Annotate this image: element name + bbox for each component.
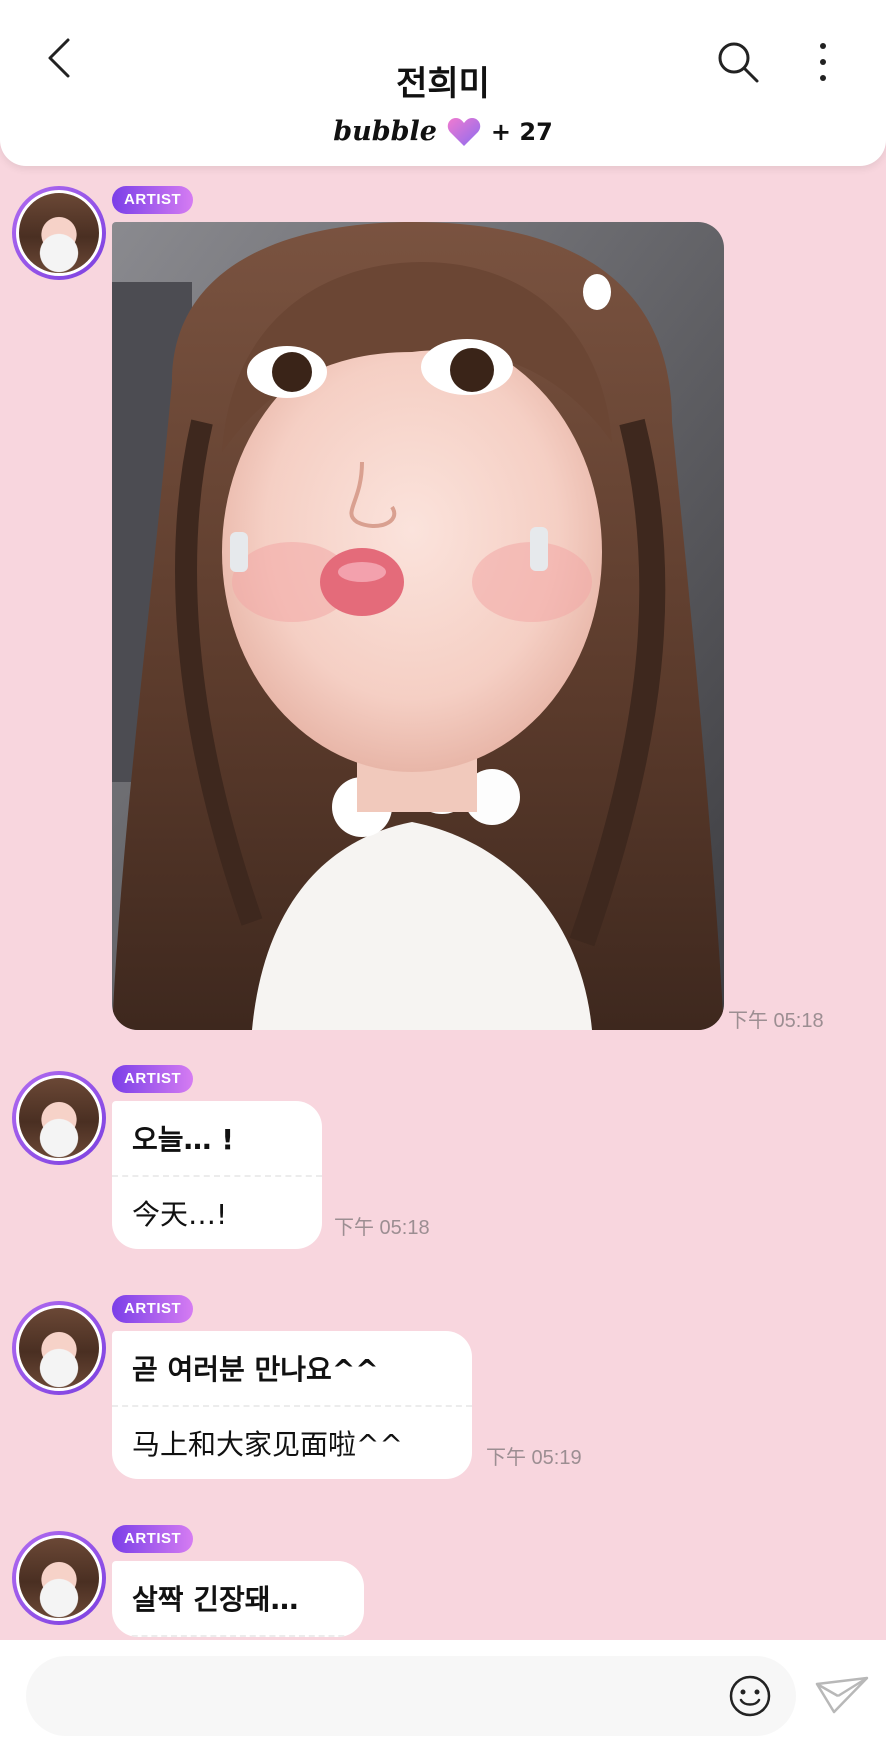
- brand-logo: bubble: [333, 116, 437, 147]
- heart-icon: [447, 117, 481, 146]
- message-feed[interactable]: ARTIST 下午 05:18 ARTIST 오늘… ! 今天…! 下午 05:…: [0, 166, 886, 1640]
- subscription-info: bubble + 27: [0, 116, 886, 147]
- message-group: ARTIST 살짝 긴장돼…: [0, 1511, 886, 1640]
- paper-plane-icon: [815, 1676, 869, 1714]
- artist-badge: ARTIST: [112, 1065, 194, 1093]
- message-input-bar: [0, 1640, 886, 1741]
- message-text-korean: 오늘… !: [112, 1101, 322, 1177]
- artist-badge: ARTIST: [112, 1525, 194, 1553]
- more-vertical-icon: [820, 43, 826, 81]
- message-text-korean: 살짝 긴장돼…: [112, 1561, 364, 1637]
- message-time: 下午 05:19: [486, 1447, 582, 1469]
- message-text-chinese: 今天…!: [132, 1198, 228, 1231]
- artist-avatar[interactable]: [12, 186, 106, 280]
- message-input[interactable]: [26, 1656, 796, 1736]
- search-icon: [718, 42, 759, 83]
- message-group: ARTIST 오늘… ! 今天…! 下午 05:18: [0, 1051, 886, 1251]
- artist-avatar[interactable]: [12, 1301, 106, 1395]
- artist-avatar[interactable]: [12, 1531, 106, 1625]
- chat-header: 전희미 bubble + 27: [0, 0, 886, 166]
- message-text-chinese: 马上和大家见面啦^^: [132, 1428, 403, 1461]
- text-message-bubble[interactable]: 살짝 긴장돼…: [112, 1561, 364, 1637]
- emoji-button[interactable]: [728, 1674, 772, 1718]
- more-options-button[interactable]: [806, 38, 840, 86]
- send-button[interactable]: [814, 1674, 870, 1718]
- artist-badge: ARTIST: [112, 1295, 194, 1323]
- text-message-bubble[interactable]: 곧 여러분 만나요^^ 马上和大家见面啦^^: [112, 1331, 472, 1479]
- message-time: 下午 05:18: [728, 1010, 824, 1032]
- search-button[interactable]: [714, 38, 762, 86]
- message-group: ARTIST 곧 여러분 만나요^^ 马上和大家见面啦^^ 下午 05:19: [0, 1281, 886, 1481]
- message-time: 下午 05:18: [334, 1217, 430, 1239]
- message-group: ARTIST 下午 05:18: [0, 166, 886, 1036]
- subscription-count: + 27: [490, 117, 553, 146]
- message-text-korean: 곧 여러분 만나요^^: [112, 1331, 472, 1407]
- artist-badge: ARTIST: [112, 186, 194, 214]
- selfie-photo: [112, 222, 724, 1030]
- text-message-bubble[interactable]: 오늘… ! 今天…!: [112, 1101, 322, 1249]
- photo-message[interactable]: [112, 222, 724, 1030]
- smiley-icon: [729, 1675, 771, 1717]
- artist-avatar[interactable]: [12, 1071, 106, 1165]
